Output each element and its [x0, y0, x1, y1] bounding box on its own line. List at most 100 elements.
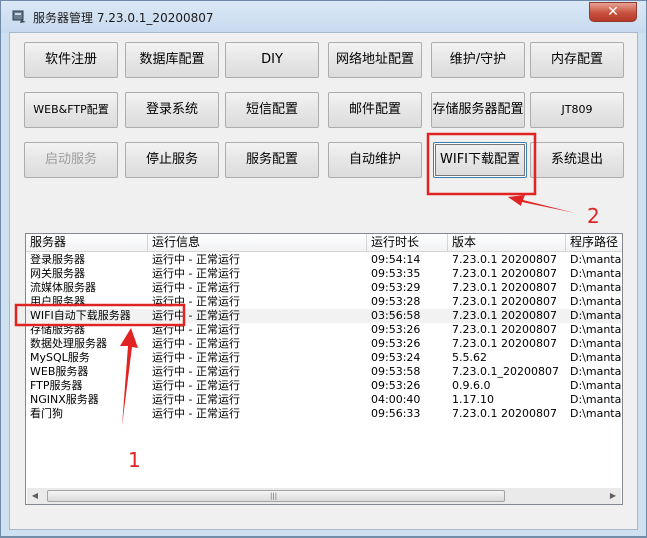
run-info-cell: 运行中 - 正常运行: [152, 337, 240, 350]
table-row[interactable]: WIFI自动下载服务器 运行中 - 正常运行 03:56:58 7.23.0.1 20…: [26, 309, 622, 323]
run-info-cell: 运行中 - 正常运行: [152, 393, 240, 406]
server-name-cell: 数据处理服务器: [30, 337, 107, 350]
scroll-right-icon[interactable]: ▶: [605, 488, 621, 504]
server-name-cell: 网关服务器: [30, 267, 85, 280]
diy-button[interactable]: DIY: [225, 42, 319, 78]
stop-service-button[interactable]: 停止服务: [125, 142, 219, 178]
table-row[interactable]: 用户服务器 运行中 - 正常运行 09:53:28 7.23.0.1 20200807…: [26, 295, 622, 309]
server-name-cell: 流媒体服务器: [30, 281, 96, 294]
uptime-cell: 09:53:24: [371, 351, 421, 364]
uptime-cell: 09:53:35: [371, 267, 421, 280]
column-header-server[interactable]: 服务器: [26, 234, 148, 251]
program-path-cell: D:\mantain: [570, 253, 622, 266]
program-path-cell: D:\mantain: [570, 309, 622, 322]
program-path-cell: D:\mantain: [570, 407, 622, 420]
annotation-label-2: 2: [587, 204, 600, 228]
table-row[interactable]: NGINX服务器 运行中 - 正常运行 04:00:40 1.17.10 D:\mant…: [26, 393, 622, 407]
uptime-cell: 09:53:28: [371, 295, 421, 308]
memory-config-button[interactable]: 内存配置: [530, 42, 624, 78]
grip-icon: |||: [270, 492, 278, 500]
table-row[interactable]: 看门狗 运行中 - 正常运行 09:56:33 7.23.0.1 20200807 D:…: [26, 407, 622, 421]
service-config-button[interactable]: 服务配置: [225, 142, 319, 178]
run-info-cell: 运行中 - 正常运行: [152, 407, 240, 420]
run-info-cell: 运行中 - 正常运行: [152, 379, 240, 392]
program-path-cell: D:\mantain: [570, 295, 622, 308]
table-row[interactable]: 存储服务器 运行中 - 正常运行 09:53:26 7.23.0.1 20200807…: [26, 323, 622, 337]
storage-server-config-button[interactable]: 存储服务器配置: [431, 92, 525, 128]
list-header: 服务器 运行信息 运行时长 版本 程序路径: [26, 234, 622, 252]
run-info-cell: 运行中 - 正常运行: [152, 281, 240, 294]
exit-system-button[interactable]: 系统退出: [530, 142, 624, 178]
server-name-cell: 存储服务器: [30, 323, 85, 336]
uptime-cell: 09:56:33: [371, 407, 421, 420]
program-path-cell: D:\mantain: [570, 337, 622, 350]
table-row[interactable]: FTP服务器 运行中 - 正常运行 09:53:26 0.9.6.0 D:\mantai…: [26, 379, 622, 393]
uptime-cell: 09:53:58: [371, 365, 421, 378]
server-name-cell: WIFI自动下载服务器: [30, 309, 131, 322]
server-name-cell: NGINX服务器: [30, 393, 99, 406]
run-info-cell: 运行中 - 正常运行: [152, 267, 240, 280]
uptime-cell: 03:56:58: [371, 309, 421, 322]
version-cell: 7.23.0.1 20200807: [452, 323, 557, 336]
table-row[interactable]: WEB服务器 运行中 - 正常运行 09:53:58 7.23.0.1_2020080…: [26, 365, 622, 379]
start-service-button[interactable]: 启动服务: [24, 142, 118, 178]
scroll-left-icon[interactable]: ◀: [27, 488, 43, 504]
server-name-cell: FTP服务器: [30, 379, 83, 392]
program-path-cell: D:\mantain: [570, 281, 622, 294]
network-address-config-button[interactable]: 网络地址配置: [328, 42, 422, 78]
wifi-download-config-button[interactable]: WIFI下载配置: [433, 142, 527, 178]
uptime-cell: 09:53:29: [371, 281, 421, 294]
jt809-button[interactable]: JT809: [530, 92, 624, 128]
auto-maintenance-button[interactable]: 自动维护: [328, 142, 422, 178]
program-path-cell: D:\mantain: [570, 379, 622, 392]
close-icon: ✕: [607, 4, 619, 20]
version-cell: 7.23.0.1 20200807: [452, 253, 557, 266]
column-header-run-info[interactable]: 运行信息: [148, 234, 367, 251]
login-system-button[interactable]: 登录系统: [125, 92, 219, 128]
register-software-button[interactable]: 软件注册: [24, 42, 118, 78]
column-header-program-path[interactable]: 程序路径: [566, 234, 622, 251]
column-header-version[interactable]: 版本: [448, 234, 566, 251]
table-row[interactable]: MySQL服务 运行中 - 正常运行 09:53:24 5.5.62 D:\mantai…: [26, 351, 622, 365]
uptime-cell: 09:53:26: [371, 337, 421, 350]
program-path-cell: D:\mantain: [570, 323, 622, 336]
uptime-cell: 09:54:14: [371, 253, 421, 266]
version-cell: 7.23.0.1 20200807: [452, 281, 557, 294]
table-row[interactable]: 流媒体服务器 运行中 - 正常运行 09:53:29 7.23.0.1 2020080…: [26, 281, 622, 295]
web-ftp-config-button[interactable]: WEB&FTP配置: [24, 92, 118, 128]
close-button[interactable]: ✕: [589, 2, 637, 22]
table-row[interactable]: 网关服务器 运行中 - 正常运行 09:53:35 7.23.0.1 20200807…: [26, 267, 622, 281]
version-cell: 7.23.0.1_20200807: [452, 365, 559, 378]
version-cell: 7.23.0.1 20200807: [452, 267, 557, 280]
program-path-cell: D:\mantain: [570, 351, 622, 364]
scroll-thumb[interactable]: |||: [47, 490, 505, 502]
server-name-cell: 登录服务器: [30, 253, 85, 266]
sms-config-button[interactable]: 短信配置: [225, 92, 319, 128]
uptime-cell: 04:00:40: [371, 393, 421, 406]
server-name-cell: MySQL服务: [30, 351, 90, 364]
maintenance-guard-button[interactable]: 维护/守护: [431, 42, 525, 78]
program-path-cell: D:\mantain: [570, 365, 622, 378]
window-title: 服务器管理 7.23.0.1_20200807: [33, 11, 214, 25]
database-config-button[interactable]: 数据库配置: [125, 42, 219, 78]
server-name-cell: WEB服务器: [30, 365, 89, 378]
uptime-cell: 09:53:26: [371, 379, 421, 392]
run-info-cell: 运行中 - 正常运行: [152, 295, 240, 308]
column-header-uptime[interactable]: 运行时长: [367, 234, 448, 251]
email-config-button[interactable]: 邮件配置: [328, 92, 422, 128]
run-info-cell: 运行中 - 正常运行: [152, 323, 240, 336]
version-cell: 0.9.6.0: [452, 379, 491, 392]
server-app-icon: [12, 10, 26, 23]
table-row[interactable]: 登录服务器 运行中 - 正常运行 09:54:14 7.23.0.1 20200807…: [26, 253, 622, 267]
server-name-cell: 用户服务器: [30, 295, 85, 308]
server-list[interactable]: 服务器 运行信息 运行时长 版本 程序路径 登录服务器运行中 - 正常运行 09:…: [25, 233, 623, 505]
uptime-cell: 09:53:26: [371, 323, 421, 336]
run-info-cell: 运行中 - 正常运行: [152, 351, 240, 364]
horizontal-scrollbar[interactable]: ◀ ||| ▶: [27, 488, 621, 504]
program-path-cell: D:\mantain: [570, 393, 622, 406]
program-path-cell: D:\mantain: [570, 267, 622, 280]
version-cell: 7.23.0.1 20200807: [452, 337, 557, 350]
run-info-cell: 运行中 - 正常运行: [152, 309, 240, 322]
version-cell: 1.17.10: [452, 393, 494, 406]
table-row[interactable]: 数据处理服务器 运行中 - 正常运行 09:53:26 7.23.0.1 202008…: [26, 337, 622, 351]
